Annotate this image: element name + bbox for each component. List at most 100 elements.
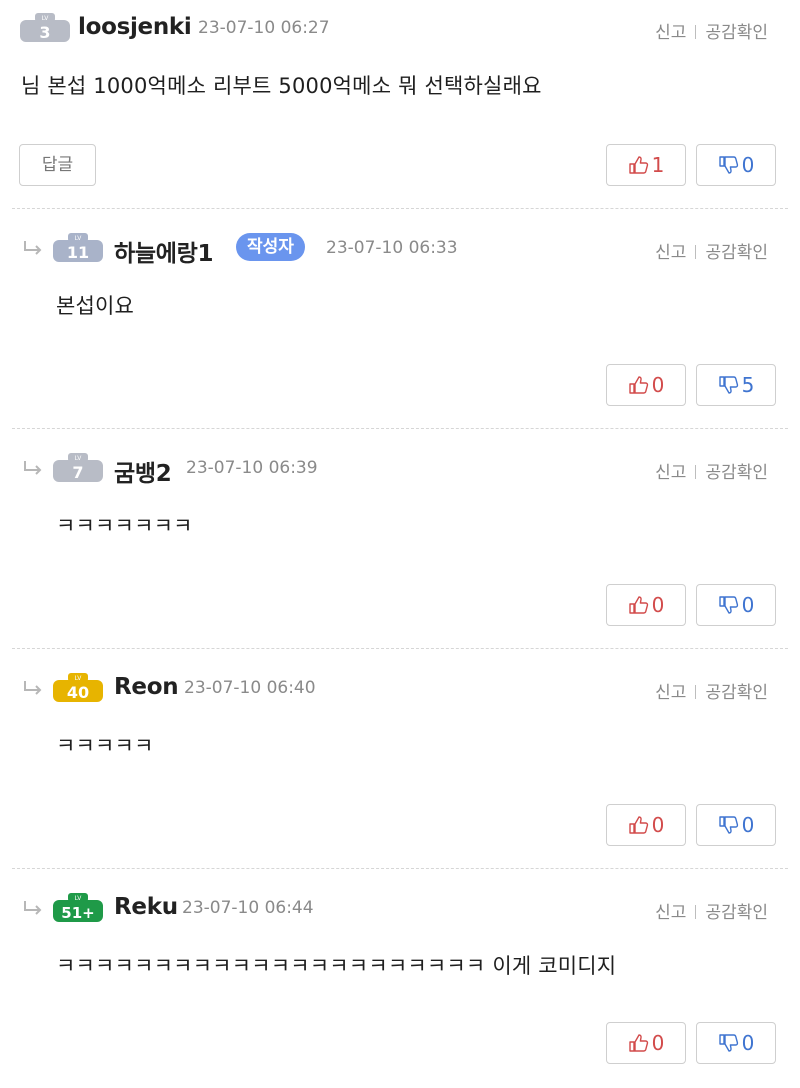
- nickname[interactable]: Reku: [114, 894, 178, 920]
- thumbs-up-icon: [628, 1034, 648, 1052]
- comment-divider: [12, 208, 788, 209]
- agree-check-link[interactable]: 공감확인: [705, 903, 768, 923]
- thumbs-down-icon: [718, 376, 738, 394]
- like-button[interactable]: 0: [606, 364, 686, 406]
- comment-text: ㅋㅋㅋㅋㅋㅋㅋ: [56, 514, 193, 538]
- like-count: 0: [651, 593, 665, 617]
- agree-check-link[interactable]: 공감확인: [705, 683, 768, 703]
- dislike-button[interactable]: 5: [696, 364, 776, 406]
- level-badge-icon: LV 11: [53, 233, 103, 262]
- report-link[interactable]: 신고: [655, 463, 686, 483]
- svg-text:11: 11: [67, 243, 89, 262]
- timestamp: 23-07-10 06:27: [198, 18, 330, 38]
- nickname[interactable]: Reon: [114, 674, 179, 700]
- svg-text:LV: LV: [75, 675, 83, 682]
- thumbs-up-icon: [628, 156, 648, 174]
- svg-text:7: 7: [72, 463, 83, 482]
- dislike-count: 0: [741, 593, 755, 617]
- like-count: 0: [651, 813, 665, 837]
- level-badge-icon: LV 7: [53, 453, 103, 482]
- comment-actions: 신고 공감확인: [655, 18, 768, 43]
- like-count: 1: [651, 153, 665, 177]
- dislike-count: 0: [741, 813, 755, 837]
- dislike-count: 0: [741, 1031, 755, 1055]
- svg-text:51+: 51+: [61, 904, 94, 922]
- dislike-count: 5: [741, 373, 755, 397]
- nickname[interactable]: 굼뱅2: [114, 454, 172, 488]
- divider: [695, 465, 697, 479]
- author-badge: 작성자: [236, 233, 305, 261]
- svg-text:LV: LV: [75, 895, 83, 902]
- comment-text: 님 본섭 1000억메소 리부트 5000억메소 뭐 선택하실래요: [21, 74, 542, 98]
- comment-divider: [12, 868, 788, 869]
- like-button[interactable]: 1: [606, 144, 686, 186]
- comment: LV 3 loosjenki 23-07-10 06:27 신고 공감확인 님 본…: [0, 8, 800, 198]
- report-link[interactable]: 신고: [655, 683, 686, 703]
- comment-actions: 신고 공감확인: [655, 238, 768, 263]
- dislike-button[interactable]: 0: [696, 1022, 776, 1064]
- reply-arrow-icon: [24, 241, 42, 255]
- comment-actions: 신고 공감확인: [655, 678, 768, 703]
- divider: [695, 685, 697, 699]
- level-badge-icon: LV 51+: [53, 893, 103, 922]
- comment-header: LV 7 굼뱅2 23-07-10 06:39 신고 공감확인: [0, 448, 800, 488]
- divider: [695, 25, 697, 39]
- like-button[interactable]: 0: [606, 804, 686, 846]
- report-link[interactable]: 신고: [655, 243, 686, 263]
- comment: LV 40 Reon 23-07-10 06:40 신고 공감확인 ㅋㅋㅋㅋㅋ 0…: [0, 668, 800, 858]
- timestamp: 23-07-10 06:40: [184, 678, 316, 698]
- thumbs-up-icon: [628, 596, 648, 614]
- report-link[interactable]: 신고: [655, 23, 686, 43]
- comment-header: LV 40 Reon 23-07-10 06:40 신고 공감확인: [0, 668, 800, 708]
- comment-actions: 신고 공감확인: [655, 898, 768, 923]
- dislike-button[interactable]: 0: [696, 804, 776, 846]
- comment-actions: 신고 공감확인: [655, 458, 768, 483]
- timestamp: 23-07-10 06:33: [326, 238, 458, 258]
- svg-text:40: 40: [67, 683, 89, 702]
- thumbs-up-icon: [628, 816, 648, 834]
- thumbs-up-icon: [628, 376, 648, 394]
- comment: LV 51+ Reku 23-07-10 06:44 신고 공감확인 ㅋㅋㅋㅋㅋㅋ…: [0, 888, 800, 1078]
- dislike-button[interactable]: 0: [696, 144, 776, 186]
- svg-text:LV: LV: [75, 235, 83, 242]
- comment-text: 본섭이요: [56, 294, 135, 318]
- agree-check-link[interactable]: 공감확인: [705, 243, 768, 263]
- dislike-count: 0: [741, 153, 755, 177]
- thumbs-down-icon: [718, 1034, 738, 1052]
- agree-check-link[interactable]: 공감확인: [705, 23, 768, 43]
- nickname[interactable]: 하늘에랑1: [114, 234, 213, 268]
- reply-arrow-icon: [24, 461, 42, 475]
- timestamp: 23-07-10 06:44: [182, 898, 314, 918]
- reply-button[interactable]: 답글: [19, 144, 96, 186]
- divider: [695, 905, 697, 919]
- comment-divider: [12, 428, 788, 429]
- like-button[interactable]: 0: [606, 584, 686, 626]
- thumbs-down-icon: [718, 156, 738, 174]
- svg-text:3: 3: [39, 23, 50, 42]
- svg-text:LV: LV: [42, 15, 50, 22]
- level-badge-icon: LV 40: [53, 673, 103, 702]
- comment-header: LV 3 loosjenki 23-07-10 06:27 신고 공감확인: [0, 8, 800, 48]
- reply-arrow-icon: [24, 681, 42, 695]
- comment-header: LV 51+ Reku 23-07-10 06:44 신고 공감확인: [0, 888, 800, 928]
- divider: [695, 245, 697, 259]
- svg-text:LV: LV: [75, 455, 83, 462]
- like-count: 0: [651, 373, 665, 397]
- agree-check-link[interactable]: 공감확인: [705, 463, 768, 483]
- thumbs-down-icon: [718, 596, 738, 614]
- comment-header: LV 11 하늘에랑1 작성자 23-07-10 06:33 신고 공감확인: [0, 228, 800, 268]
- comment-divider: [12, 648, 788, 649]
- thumbs-down-icon: [718, 816, 738, 834]
- timestamp: 23-07-10 06:39: [186, 458, 318, 478]
- report-link[interactable]: 신고: [655, 903, 686, 923]
- dislike-button[interactable]: 0: [696, 584, 776, 626]
- comment: LV 11 하늘에랑1 작성자 23-07-10 06:33 신고 공감확인 본섭…: [0, 228, 800, 418]
- like-count: 0: [651, 1031, 665, 1055]
- comment-text: ㅋㅋㅋㅋㅋㅋㅋㅋㅋㅋㅋㅋㅋㅋㅋㅋㅋㅋㅋㅋㅋㅋ 이게 코미디지: [56, 954, 617, 978]
- level-badge-icon: LV 3: [20, 13, 70, 42]
- like-button[interactable]: 0: [606, 1022, 686, 1064]
- comment-text: ㅋㅋㅋㅋㅋ: [56, 734, 154, 758]
- nickname[interactable]: loosjenki: [78, 14, 192, 40]
- reply-arrow-icon: [24, 901, 42, 915]
- comment: LV 7 굼뱅2 23-07-10 06:39 신고 공감확인 ㅋㅋㅋㅋㅋㅋㅋ 0…: [0, 448, 800, 638]
